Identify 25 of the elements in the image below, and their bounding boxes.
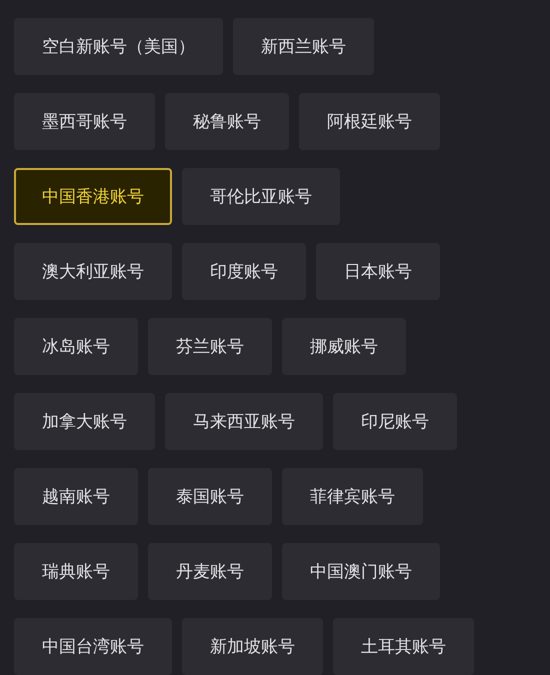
- account-option-button[interactable]: 日本账号: [316, 243, 440, 300]
- account-option-button[interactable]: 中国香港账号: [14, 168, 172, 225]
- account-option-button[interactable]: 泰国账号: [148, 468, 272, 525]
- account-option-button[interactable]: 墨西哥账号: [14, 93, 155, 150]
- account-option-button[interactable]: 越南账号: [14, 468, 138, 525]
- account-option-button[interactable]: 中国台湾账号: [14, 618, 172, 675]
- account-option-button[interactable]: 芬兰账号: [148, 318, 272, 375]
- account-option-button[interactable]: 加拿大账号: [14, 393, 155, 450]
- account-option-button[interactable]: 印尼账号: [333, 393, 457, 450]
- account-option-button[interactable]: 中国澳门账号: [282, 543, 440, 600]
- account-option-button[interactable]: 印度账号: [182, 243, 306, 300]
- account-option-button[interactable]: 挪威账号: [282, 318, 406, 375]
- account-option-button[interactable]: 丹麦账号: [148, 543, 272, 600]
- account-option-button[interactable]: 冰岛账号: [14, 318, 138, 375]
- account-option-button[interactable]: 土耳其账号: [333, 618, 474, 675]
- account-option-button[interactable]: 秘鲁账号: [165, 93, 289, 150]
- account-option-button[interactable]: 马来西亚账号: [165, 393, 323, 450]
- account-option-button[interactable]: 菲律宾账号: [282, 468, 423, 525]
- account-option-button[interactable]: 新西兰账号: [233, 18, 374, 75]
- account-option-button[interactable]: 澳大利亚账号: [14, 243, 172, 300]
- account-option-button[interactable]: 新加坡账号: [182, 618, 323, 675]
- account-option-button[interactable]: 瑞典账号: [14, 543, 138, 600]
- account-option-button[interactable]: 空白新账号（美国）: [14, 18, 223, 75]
- account-option-button[interactable]: 阿根廷账号: [299, 93, 440, 150]
- account-option-button[interactable]: 哥伦比亚账号: [182, 168, 340, 225]
